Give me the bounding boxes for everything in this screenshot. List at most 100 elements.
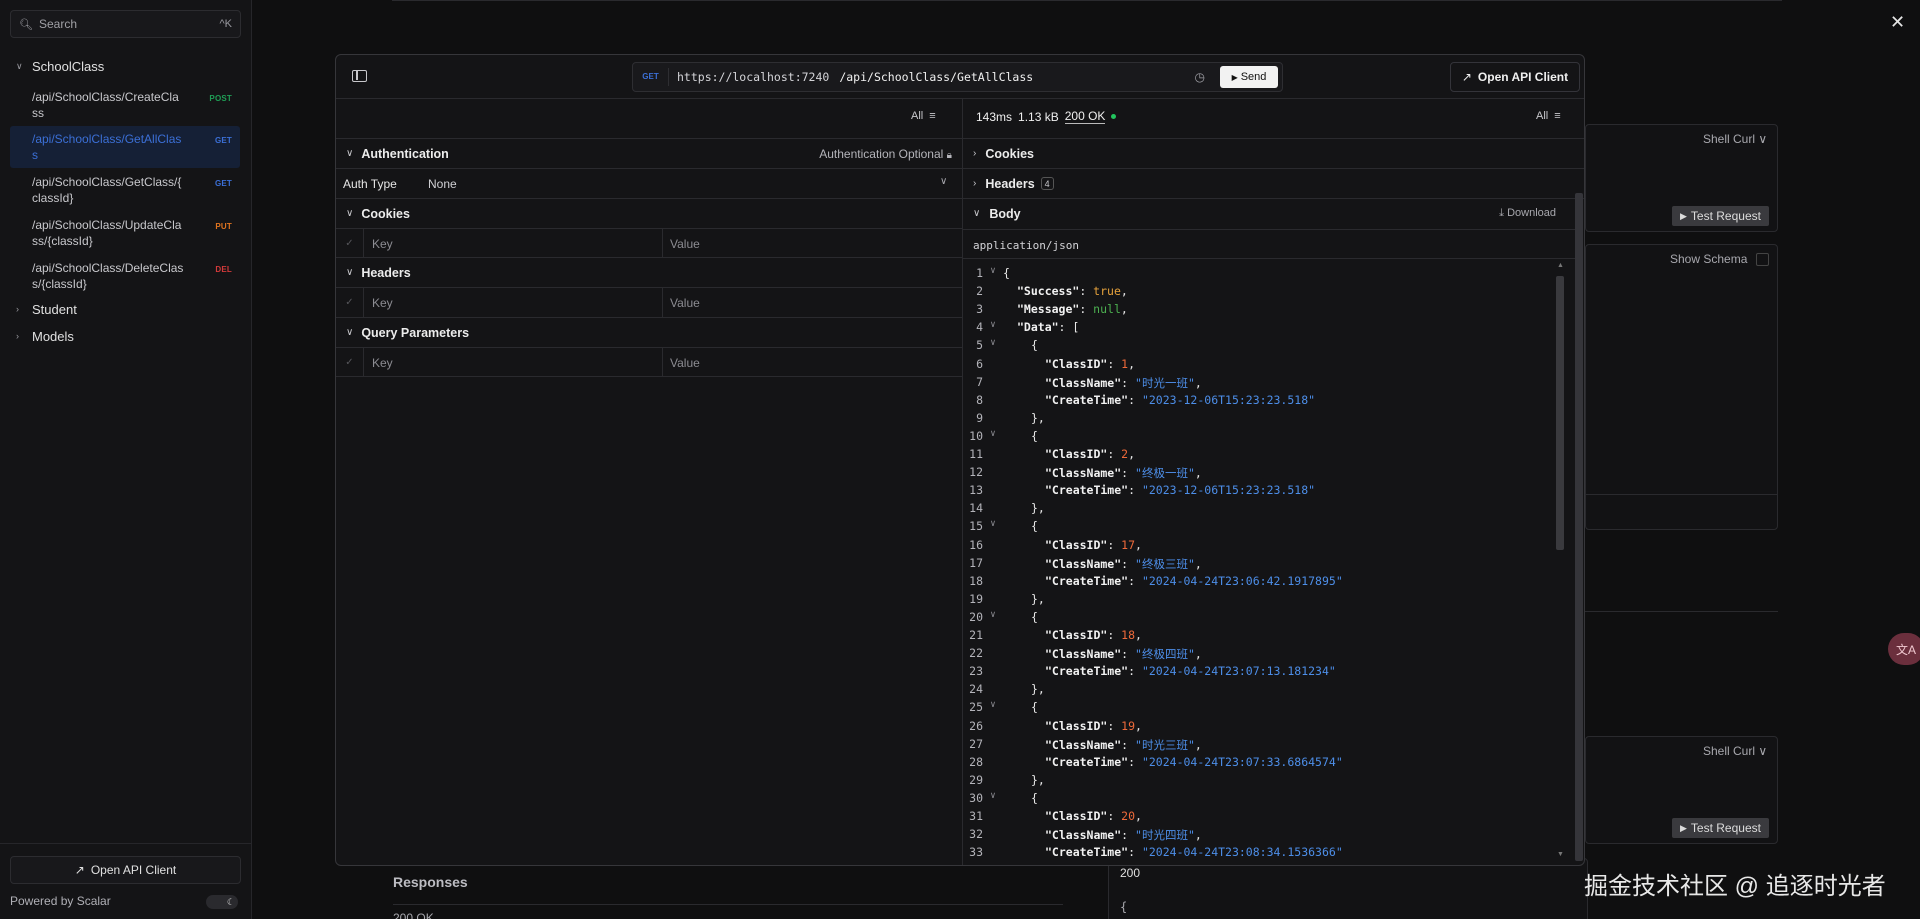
key-input[interactable]: Key (372, 296, 393, 310)
response-cookies-section[interactable]: › Cookies (963, 138, 1584, 168)
arrow-up-right-icon: ↗ (1461, 70, 1472, 84)
code-line: 24}, (963, 682, 1045, 700)
line-number: 24 (969, 682, 983, 697)
history-icon[interactable]: ◷ (1195, 70, 1205, 84)
code-line: 29}, (963, 773, 1045, 791)
address-bar[interactable]: GET https://localhost:7240 /api/SchoolCl… (632, 62, 1283, 92)
show-schema-checkbox[interactable] (1756, 253, 1769, 266)
sidebar-item-update-class[interactable]: /api/SchoolClass/UpdateCla ss/{classId} P… (10, 212, 240, 254)
fold-chevron-icon[interactable]: ∨ (983, 519, 1003, 537)
search-label: Search (38, 17, 77, 31)
check-icon[interactable]: ✓ (336, 288, 364, 317)
fold-chevron-icon[interactable]: ∨ (983, 320, 1003, 338)
sidebar-toggle-icon[interactable] (352, 70, 367, 82)
download-button[interactable]: ⤓ Download (1499, 207, 1556, 220)
chevron-down-icon: ∨ (346, 208, 354, 219)
value-input[interactable]: Value (670, 356, 700, 370)
json-punct: , (1194, 828, 1202, 843)
code-text: { (1003, 429, 1038, 447)
request-path[interactable]: /api/SchoolClass/GetAllClass (839, 70, 1033, 84)
code-line: 5 ∨ { (963, 338, 1038, 356)
sidebar-group-student[interactable]: › Student (0, 301, 252, 317)
fold-gutter (983, 284, 1003, 302)
sidebar-item-get-all-class[interactable]: /api/SchoolClass/GetAllClas s GET (10, 126, 240, 168)
method-badge: GET (214, 179, 232, 188)
code-line: 16 "ClassID": 17, (963, 538, 1142, 556)
sidebar-group-schoolclass[interactable]: ∨ SchoolClass (0, 58, 252, 74)
code-scrollbar-thumb[interactable] (1556, 276, 1564, 550)
json-value: "时光一班" (1135, 375, 1195, 390)
fold-chevron-icon[interactable]: ∨ (983, 791, 1003, 809)
endpoint-path: /api/SchoolClass/DeleteClas (32, 261, 184, 275)
json-value: "终极三班" (1135, 556, 1195, 571)
scroll-down-icon[interactable]: ▼ (1557, 851, 1564, 858)
auth-type-select[interactable]: Auth Type None ∨ (336, 168, 962, 198)
code-text: "ClassName": "终极四班", (1045, 647, 1202, 662)
play-icon: ▶ (1231, 72, 1238, 82)
open-api-client-button[interactable]: ↗ Open API Client (10, 856, 241, 884)
bg-responses-heading: Responses (393, 874, 468, 890)
bg-shell-curl-1[interactable]: Shell Curl ∨ (1703, 132, 1767, 146)
line-number: 2 (976, 284, 983, 299)
value-input[interactable]: Value (670, 237, 700, 251)
fold-chevron-icon[interactable]: ∨ (983, 266, 1003, 284)
response-headers-section[interactable]: › Headers 4 (963, 168, 1584, 198)
code-text: "CreateTime": "2024-04-24T23:07:13.18123… (1045, 664, 1336, 679)
sidebar-item-get-class[interactable]: /api/SchoolClass/GetClass/{classId} GET (10, 169, 240, 211)
line-number: 7 (976, 374, 983, 389)
close-icon[interactable]: ✕ (1890, 12, 1905, 33)
sidebar-group-models[interactable]: › Models (0, 328, 252, 344)
check-icon[interactable]: ✓ (336, 348, 364, 377)
key-input[interactable]: Key (372, 237, 393, 251)
fold-chevron-icon[interactable]: ∨ (983, 429, 1003, 447)
headers-section[interactable]: ∨ Headers (336, 257, 962, 287)
bg-test-request-button-2[interactable]: ▶ Test Request (1672, 818, 1769, 838)
theme-toggle[interactable]: ☾ (206, 895, 238, 909)
search-input[interactable]: 🔍︎ Search ^K (10, 10, 241, 38)
code-text: "ClassName": "时光一班", (1045, 375, 1202, 390)
query-parameters-section[interactable]: ∨ Query Parameters (336, 317, 962, 347)
check-icon[interactable]: ✓ (336, 229, 364, 258)
bg-response-item[interactable]: 200 OK (393, 911, 434, 919)
bg-status-tab[interactable]: 200 (1120, 866, 1140, 880)
code-line: 10 ∨ { (963, 429, 1038, 447)
modal-toolbar: GET https://localhost:7240 /api/SchoolCl… (336, 55, 1584, 99)
request-host[interactable]: https://localhost:7240 (677, 70, 829, 84)
request-filter[interactable]: All ≡ (911, 110, 936, 122)
response-filter[interactable]: All ≡ (1536, 110, 1561, 122)
scroll-up-icon[interactable]: ▲ (1557, 262, 1564, 269)
json-key: "ClassID" (1045, 447, 1108, 461)
sidebar-item-delete-class[interactable]: /api/SchoolClass/DeleteClas s/{classId} D… (10, 255, 240, 297)
response-status[interactable]: 200 OK (1064, 109, 1106, 124)
line-number: 5 (976, 338, 983, 353)
sidebar-item-create-class[interactable]: /api/SchoolClass/CreateCla ss POST (10, 84, 240, 126)
code-line: 28 "CreateTime": "2024-04-24T23:07:33.686… (963, 755, 1343, 773)
headers-count-badge: 4 (1040, 177, 1054, 190)
line-number: 31 (969, 809, 983, 823)
key-input[interactable]: Key (372, 356, 393, 370)
send-button[interactable]: ▶ Send (1220, 66, 1278, 88)
translate-icon[interactable]: 文A (1888, 633, 1920, 665)
bg-shell-curl-2[interactable]: Shell Curl ∨ (1703, 744, 1767, 758)
panel-scrollbar-thumb[interactable] (1575, 193, 1583, 861)
fold-chevron-icon[interactable]: ∨ (983, 610, 1003, 628)
fold-chevron-icon[interactable]: ∨ (983, 338, 1003, 356)
bg-test-request-button-1[interactable]: ▶ Test Request (1672, 206, 1769, 226)
line-number: 32 (969, 827, 983, 842)
fold-gutter (983, 483, 1003, 501)
code-text: "ClassID": 18, (1045, 628, 1142, 642)
value-input[interactable]: Value (670, 296, 700, 310)
json-key: "ClassName" (1045, 647, 1122, 662)
code-line: 2 "Success": true, (963, 284, 1128, 302)
response-body-section[interactable]: ∨ Body ⤓ Download (963, 198, 1584, 228)
code-text: { (1003, 700, 1038, 718)
open-api-client-button[interactable]: ↗ Open API Client (1450, 62, 1580, 92)
authentication-section[interactable]: ∨ Authentication Authentication Optional… (336, 138, 962, 168)
json-value: "2024-04-24T23:07:13.181234" (1141, 664, 1336, 679)
cookies-section[interactable]: ∨ Cookies (336, 198, 962, 228)
request-method[interactable]: GET (633, 68, 669, 86)
bg-top-border (392, 0, 1782, 1)
filter-icon: ≡ (1554, 110, 1561, 122)
fold-chevron-icon[interactable]: ∨ (983, 700, 1003, 718)
json-punct: , (1194, 466, 1202, 481)
